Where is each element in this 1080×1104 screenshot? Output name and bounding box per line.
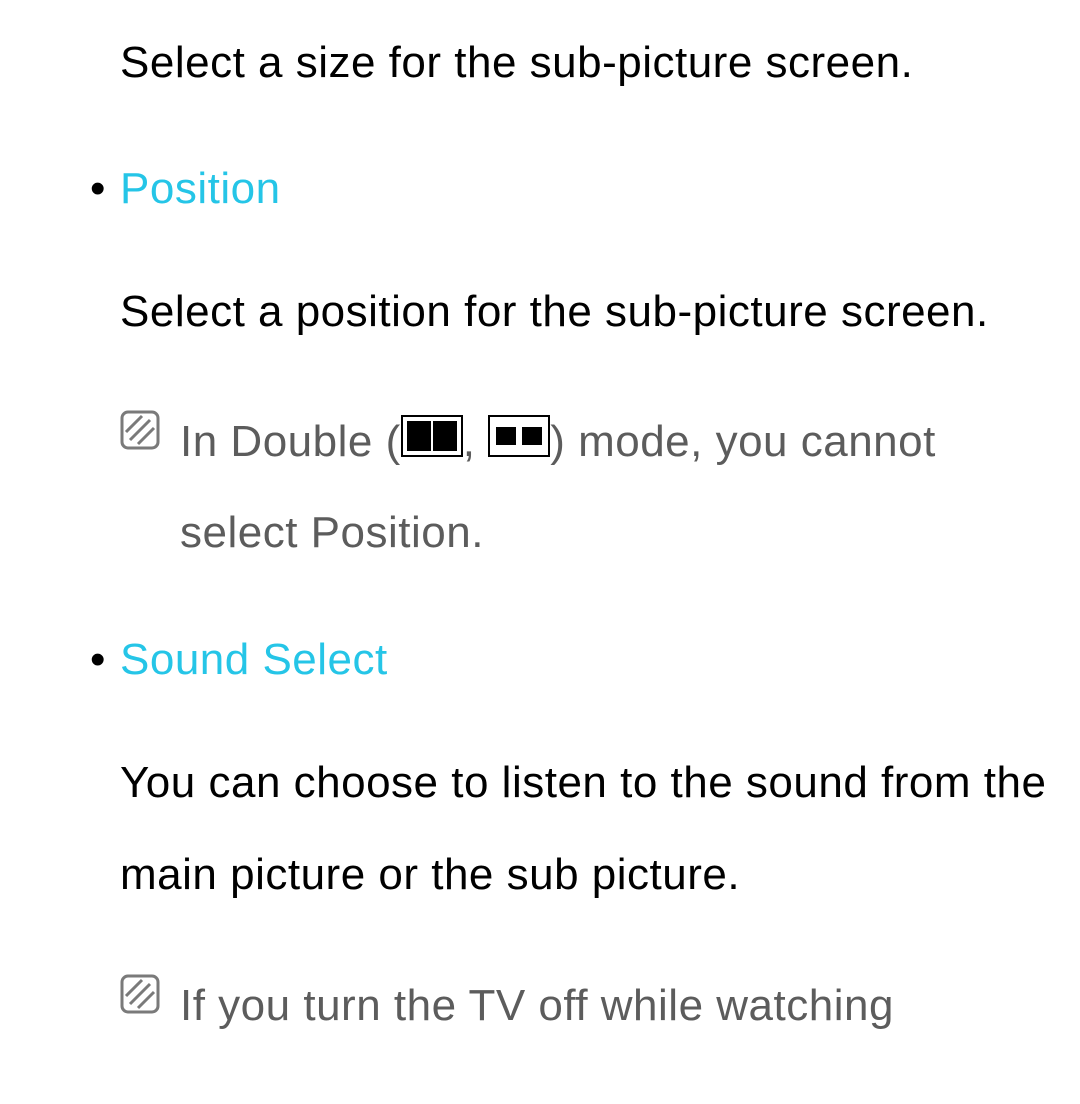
position-heading: Position [120,164,281,214]
size-description: Select a size for the sub-picture screen… [120,30,1050,96]
position-bullet-row: • Position [90,156,1050,222]
sound-select-description: You can choose to listen to the sound fr… [120,737,1050,922]
sound-select-heading: Sound Select [120,635,388,685]
double-mode-icon-2 [488,399,550,487]
position-description: Select a position for the sub-picture sc… [120,266,1050,358]
double-mode-icon-1 [401,399,463,487]
sound-select-note-text: If you turn the TV off while watching [180,962,1050,1050]
bullet-icon: • [90,627,120,693]
manual-page: Select a size for the sub-picture screen… [0,0,1080,1050]
position-note-row: In Double ( , ) mode, you cannot select … [120,398,1050,576]
bullet-icon: • [90,156,120,222]
note-prefix: In Double ( [180,417,401,466]
sound-select-bullet-row: • Sound Select [90,627,1050,693]
note-mid: , [463,417,488,466]
position-note-text: In Double ( , ) mode, you cannot select … [180,398,1050,576]
sound-select-note-row: If you turn the TV off while watching [120,962,1050,1050]
note-icon [120,974,160,1014]
note-icon [120,410,160,450]
